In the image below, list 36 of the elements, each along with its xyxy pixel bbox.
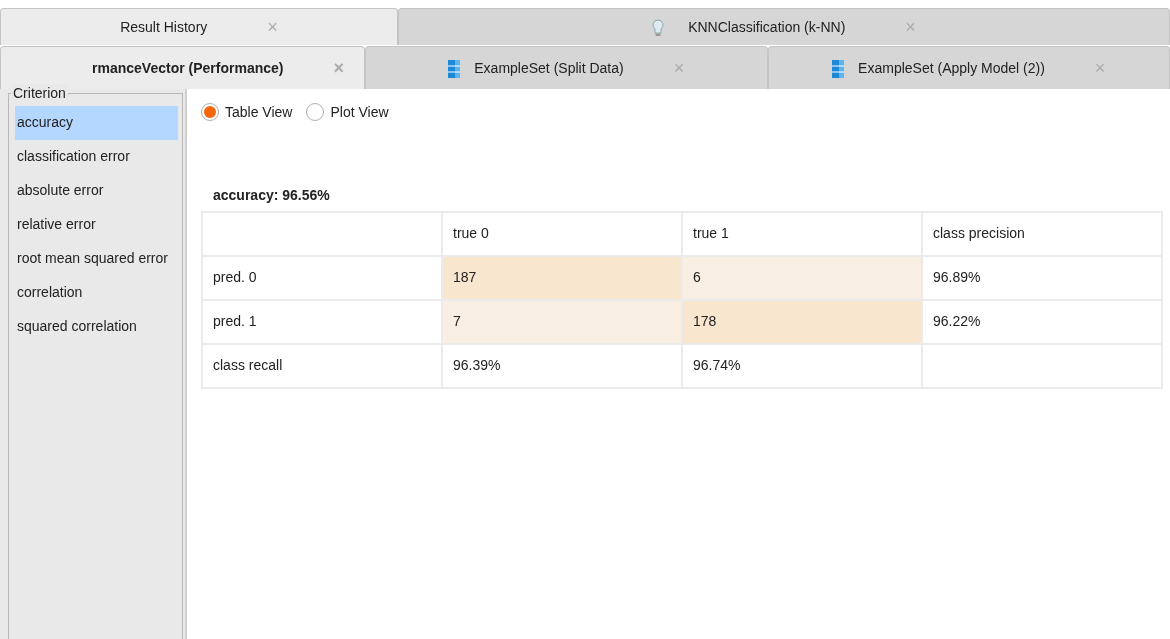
table-cell: 187: [442, 255, 682, 300]
result-title: accuracy: 96.56%: [213, 185, 331, 205]
tab[interactable]: KNNClassification (k-NN) ×: [398, 8, 1170, 45]
criterion-item[interactable]: accuracy: [15, 106, 178, 140]
radio-option[interactable]: Table View: [201, 101, 293, 123]
column-header: true 0: [442, 211, 682, 256]
column-header: true 1: [682, 211, 922, 256]
criterion-item[interactable]: relative error: [15, 208, 178, 242]
tab-label: KNNClassification (k-NN): [688, 17, 847, 37]
tab-label: rmanceVector (Performance): [92, 58, 285, 78]
column-header: class precision: [922, 211, 1162, 256]
criterion-item[interactable]: correlation: [15, 276, 178, 310]
table-cell: 178: [682, 299, 922, 344]
tab[interactable]: ExampleSet (Split Data) ×: [365, 46, 768, 89]
tab-label: Result History: [120, 17, 209, 37]
table-cell: 7: [442, 299, 682, 344]
tab-label: ExampleSet (Split Data): [474, 58, 625, 78]
row-header: pred. 1: [202, 299, 442, 344]
table-cell: 6: [682, 255, 922, 300]
tab[interactable]: Result History ×: [0, 8, 398, 45]
criterion-item[interactable]: absolute error: [15, 174, 178, 208]
criterion-item[interactable]: classification error: [15, 140, 178, 174]
table-cell: 96.74%: [682, 343, 922, 388]
table-cell: 96.39%: [442, 343, 682, 388]
table-icon: [448, 57, 461, 79]
table-cell: 96.89%: [922, 255, 1162, 300]
tab[interactable]: ExampleSet (Apply Model (2)) ×: [767, 46, 1170, 89]
criterion-item[interactable]: root mean squared error: [15, 242, 178, 276]
lightbulb-icon: [652, 16, 665, 38]
radio-option[interactable]: Plot View: [306, 101, 389, 123]
row-header: pred. 0: [202, 255, 442, 300]
table-cell: 96.22%: [922, 299, 1162, 344]
tab-label: ExampleSet (Apply Model (2)): [858, 58, 1046, 78]
criterion-item[interactable]: squared correlation: [15, 310, 178, 344]
table-icon: [832, 57, 845, 79]
row-header: class recall: [202, 343, 442, 388]
